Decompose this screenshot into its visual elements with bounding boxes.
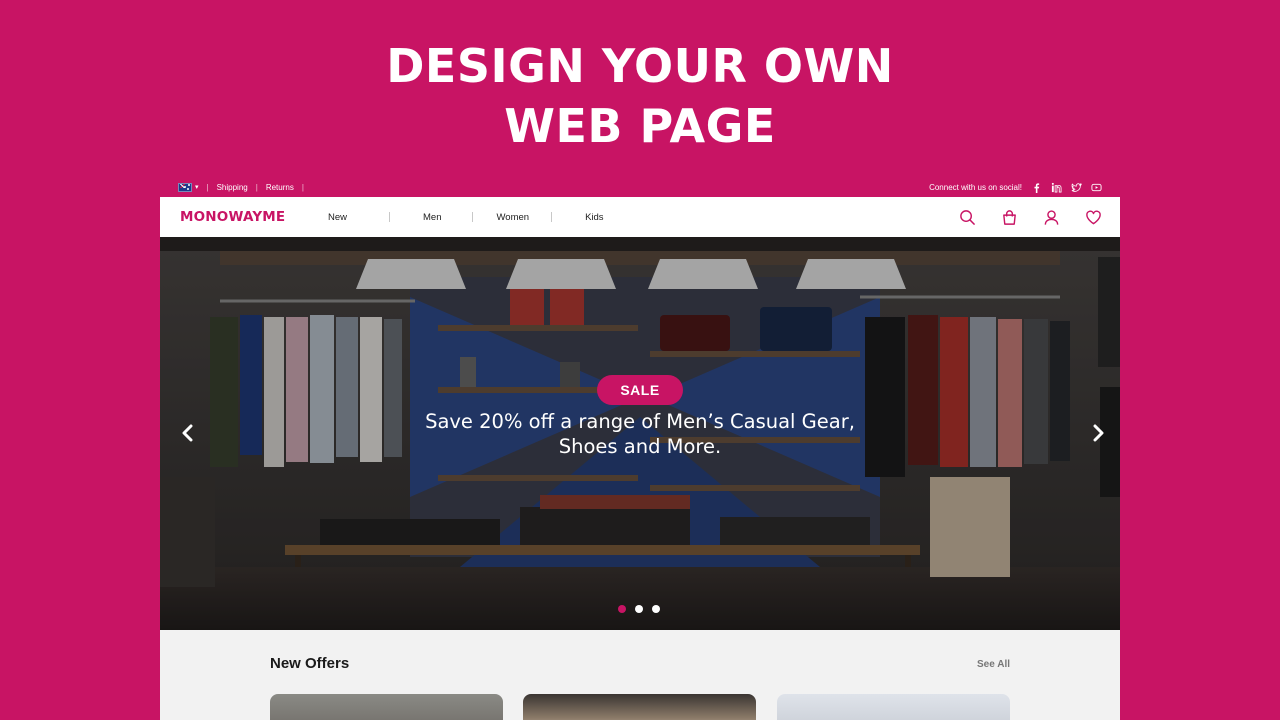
user-icon[interactable] bbox=[1043, 209, 1060, 226]
nav-divider bbox=[389, 212, 391, 222]
carousel-dot-3[interactable] bbox=[652, 605, 660, 613]
nav-links: New Men Women Kids bbox=[328, 197, 604, 237]
brand-logo[interactable]: MONOWAYME bbox=[180, 197, 285, 237]
returns-link[interactable]: Returns bbox=[266, 183, 294, 192]
linkedin-icon[interactable] bbox=[1050, 181, 1062, 193]
hero-promo-text: Save 20% off a range of Men’s Casual Gea… bbox=[390, 409, 890, 459]
nav-item-men[interactable]: Men bbox=[423, 212, 441, 223]
sale-badge: SALE bbox=[597, 375, 683, 405]
page-headline: DESIGN YOUR OWN WEB PAGE bbox=[0, 36, 1280, 156]
top-utility-bar: ▾ | Shipping | Returns | Connect with us… bbox=[160, 177, 1120, 197]
australia-flag-icon[interactable] bbox=[178, 182, 192, 192]
offer-card[interactable] bbox=[270, 694, 503, 720]
chevron-down-icon[interactable]: ▾ bbox=[195, 183, 199, 191]
divider: | bbox=[255, 182, 258, 192]
carousel-dot-2[interactable] bbox=[635, 605, 643, 613]
search-icon[interactable] bbox=[959, 209, 976, 226]
heart-icon[interactable] bbox=[1085, 209, 1102, 226]
carousel-prev-arrow-icon[interactable] bbox=[177, 423, 197, 443]
nav-item-kids[interactable]: Kids bbox=[585, 212, 603, 223]
carousel-dots bbox=[618, 605, 660, 613]
offer-card[interactable] bbox=[777, 694, 1010, 720]
youtube-icon[interactable] bbox=[1090, 181, 1102, 193]
social-prompt-text: Connect with us on social! bbox=[929, 182, 1022, 192]
divider: | bbox=[301, 182, 304, 192]
shipping-link[interactable]: Shipping bbox=[217, 183, 248, 192]
twitter-icon[interactable] bbox=[1070, 181, 1082, 193]
nav-divider bbox=[551, 212, 553, 222]
offer-card[interactable] bbox=[523, 694, 756, 720]
facebook-icon[interactable] bbox=[1030, 181, 1042, 193]
nav-item-women[interactable]: Women bbox=[497, 212, 530, 223]
nav-divider bbox=[471, 212, 473, 222]
hero-text-line-1: Save 20% off a range of Men’s Casual Gea… bbox=[425, 410, 855, 433]
main-navbar: MONOWAYME New Men Women Kids bbox=[160, 197, 1120, 237]
hero-carousel[interactable]: SALE Save 20% off a range of Men’s Casua… bbox=[160, 237, 1120, 630]
headline-line-1: DESIGN YOUR OWN bbox=[386, 39, 894, 93]
carousel-next-arrow-icon[interactable] bbox=[1089, 423, 1109, 443]
divider: | bbox=[206, 182, 209, 192]
new-offers-heading: New Offers bbox=[270, 655, 350, 672]
hero-text-line-2: Shoes and More. bbox=[558, 435, 722, 458]
see-all-link[interactable]: See All bbox=[977, 659, 1010, 670]
bag-icon[interactable] bbox=[1001, 209, 1018, 226]
nav-item-new[interactable]: New bbox=[328, 212, 347, 223]
headline-line-2: WEB PAGE bbox=[504, 99, 776, 153]
website-mockup: ▾ | Shipping | Returns | Connect with us… bbox=[160, 177, 1120, 720]
carousel-dot-1[interactable] bbox=[618, 605, 626, 613]
